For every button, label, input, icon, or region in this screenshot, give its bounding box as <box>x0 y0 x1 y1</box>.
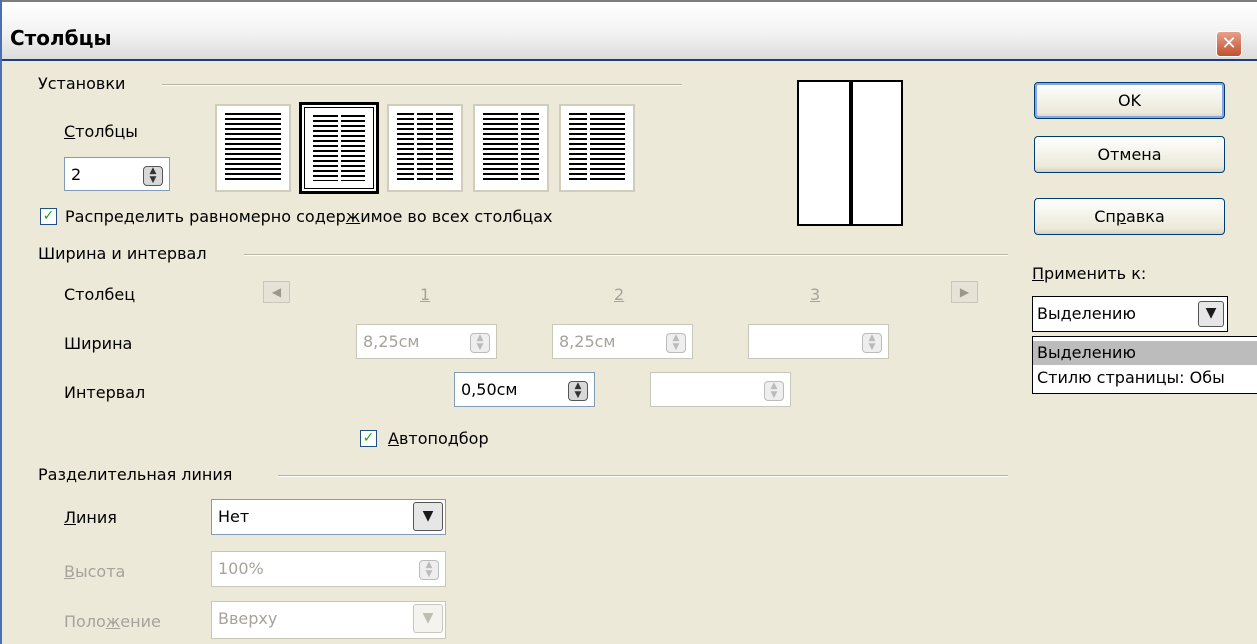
spacing-label: Интервал <box>64 383 146 402</box>
column-number-2: 2 <box>614 285 625 304</box>
line-label: Линия <box>64 508 117 527</box>
column-number-1: 1 <box>420 285 431 304</box>
columns-dialog: Столбцы ✕ Установки Столбцы 2 ▲ ▼ ✓ Распр… <box>0 0 1257 644</box>
apply-to-select[interactable]: Выделению ▼ <box>1032 296 1228 332</box>
column-row-label: Столбец <box>64 285 136 304</box>
spin-updown-icon[interactable]: ▲ ▼ <box>862 333 882 353</box>
width-spacing-group-line <box>244 254 1008 256</box>
chevron-down-icon[interactable]: ▼ <box>413 502 443 531</box>
line-position-value: Вверху <box>218 609 278 628</box>
chevron-down-icon[interactable]: ▼ <box>1198 301 1224 327</box>
cancel-button[interactable]: Отмена <box>1034 136 1225 173</box>
layout-right-big[interactable] <box>559 104 635 192</box>
columns-count-value: 2 <box>71 165 82 184</box>
spin-updown-icon[interactable]: ▲ ▼ <box>568 381 588 401</box>
column-layout-preview <box>797 80 903 226</box>
spin-updown-icon[interactable]: ▲ ▼ <box>666 333 686 353</box>
width-col2-value: 8,25см <box>559 332 616 351</box>
apply-to-dropdown-list: Выделению Стилю страницы: Обы <box>1032 336 1257 394</box>
distribute-label: Распределить равномерно содержимое во вс… <box>65 207 553 226</box>
apply-to-value: Выделению <box>1037 304 1136 323</box>
close-icon[interactable]: ✕ <box>1216 31 1242 57</box>
spin-updown-icon[interactable]: ▲ ▼ <box>764 381 784 401</box>
apply-to-option-selection[interactable]: Выделению <box>1033 341 1257 365</box>
columns-count-spinner[interactable]: 2 ▲ ▼ <box>64 157 170 191</box>
layout-three-columns[interactable] <box>387 104 463 192</box>
line-height-value: 100% <box>218 559 264 578</box>
line-position-select[interactable]: Вверху ▼ <box>211 601 446 639</box>
title-bar[interactable]: Столбцы ✕ <box>2 0 1257 61</box>
separator-group-line <box>278 475 1008 477</box>
distribute-checkbox[interactable]: ✓ <box>40 208 57 225</box>
autofit-label: Автоподбор <box>388 429 489 448</box>
preview-column-divider <box>849 82 853 224</box>
settings-group-label: Установки <box>38 74 126 93</box>
position-label: Положение <box>64 612 161 631</box>
column-next-arrow-icon[interactable]: ▶ <box>951 281 978 303</box>
layout-two-columns[interactable] <box>299 102 379 194</box>
column-prev-arrow-icon[interactable]: ◀ <box>263 281 290 303</box>
spin-updown-icon[interactable]: ▲ ▼ <box>143 166 163 186</box>
settings-group-line <box>162 84 682 86</box>
line-style-value: Нет <box>218 507 250 526</box>
width-col1-spinner[interactable]: 8,25см ▲ ▼ <box>356 324 497 359</box>
autofit-checkbox[interactable]: ✓ <box>360 430 377 447</box>
line-height-spinner[interactable]: 100% ▲ ▼ <box>211 551 446 587</box>
line-style-select[interactable]: Нет ▼ <box>211 499 446 535</box>
height-label: Высота <box>64 562 126 581</box>
width-spacing-group-label: Ширина и интервал <box>38 244 207 263</box>
layout-one-column[interactable] <box>215 104 291 192</box>
spacing-col23-spinner[interactable]: ▲ ▼ <box>650 372 791 407</box>
spin-updown-icon[interactable]: ▲ ▼ <box>470 333 490 353</box>
spin-updown-icon[interactable]: ▲ ▼ <box>419 560 439 580</box>
ok-button[interactable]: OK <box>1034 82 1225 119</box>
spacing-col12-spinner[interactable]: 0,50см ▲ ▼ <box>454 372 595 407</box>
width-label: Ширина <box>64 334 133 353</box>
separator-group-label: Разделительная линия <box>38 465 233 484</box>
help-button[interactable]: Справка <box>1034 198 1225 235</box>
width-col2-spinner[interactable]: 8,25см ▲ ▼ <box>552 324 693 359</box>
width-col3-spinner[interactable]: ▲ ▼ <box>748 324 889 359</box>
apply-to-option-page-style[interactable]: Стилю страницы: Обы <box>1033 366 1257 390</box>
chevron-down-icon[interactable]: ▼ <box>413 604 443 633</box>
width-col1-value: 8,25см <box>363 332 420 351</box>
layout-left-big[interactable] <box>473 104 549 192</box>
apply-to-label: Применить к: <box>1032 264 1147 283</box>
dialog-title: Столбцы <box>10 26 112 50</box>
spacing-col12-value: 0,50см <box>461 380 518 399</box>
columns-label: Столбцы <box>64 122 138 141</box>
column-number-3: 3 <box>810 285 821 304</box>
